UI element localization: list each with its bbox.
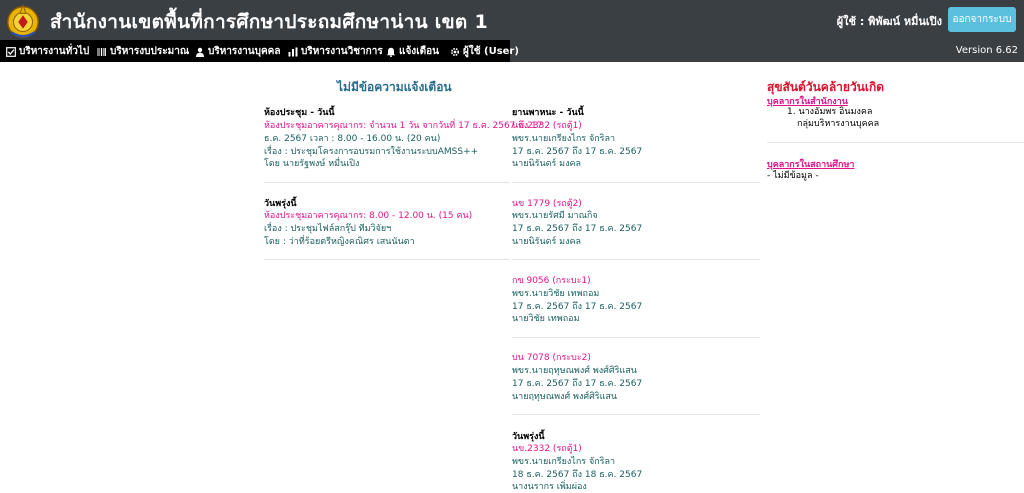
- meeting-tomorrow-room: ห้องประชุมอาคารคุณากร: 8.00 - 12.00 น. (…: [264, 211, 473, 221]
- nav-personnel-admin[interactable]: บริหารงานบุคคล: [195, 44, 281, 59]
- vehicle-booker: นางนรากร เพิ่มผ่อง: [512, 482, 587, 492]
- alert-message: ไม่มีข้อความแจ้งเตือน: [337, 80, 452, 94]
- meeting-tomorrow-subject: เรื่อง : ประชุมไฟล์สกรุ๊ป ทีมวิจัยฯ: [264, 224, 392, 234]
- birthday-school-none: - ไม่มีข้อมูล -: [767, 171, 819, 181]
- nav-general-admin[interactable]: บริหารงานทั่วไป: [6, 44, 89, 59]
- meeting-today-subject: เรื่อง : ประชุมโครงการอบรมการใช้งานระบบA…: [264, 147, 479, 157]
- nav-user-menu-label: ผู้ใช้ (User): [463, 46, 519, 57]
- vehicle-plate: บน 7078 (กระบะ2): [512, 353, 591, 363]
- vehicle-dates: 18 ธ.ค. 2567 ถึง 18 ธ.ค. 2567: [512, 470, 643, 480]
- gear-icon: [450, 47, 460, 56]
- vehicle-dates: 17 ธ.ค. 2567 ถึง 17 ธ.ค. 2567: [512, 379, 643, 389]
- vehicle-divider: [512, 337, 760, 338]
- vehicle-plate: นข.2332 (รถตู้1): [512, 121, 582, 131]
- check-square-icon: [6, 46, 16, 57]
- vehicle-booker: นายวิชัย เทพถอม: [512, 314, 580, 324]
- vehicle-driver: พขร.นายเกรียงไกร จักริลา: [512, 134, 616, 144]
- nav-notifications-label: แจ้งเตือน: [399, 46, 439, 57]
- nav-academic-admin[interactable]: บริหารงานวิชาการ: [288, 44, 383, 59]
- nav-general-admin-label: บริหารงานทั่วไป: [19, 46, 90, 57]
- current-user-label: ผู้ใช้ : พิพัฒน์ หมื่นเปิง: [836, 15, 942, 28]
- vehicle-today-heading: ยานพาหนะ - วันนี้: [512, 108, 584, 118]
- nav-academic-admin-label: บริหารงานวิชาการ: [301, 46, 383, 57]
- logout-button[interactable]: ออกจากระบบ: [948, 7, 1016, 32]
- meeting-today-booker: โดย นายรัฐพงษ์ หมื่นเปิง: [264, 159, 360, 169]
- birthday-office-person: 1. นางอัมพร อินมงคล: [787, 107, 873, 117]
- vehicle-booker: นายฤทุษณพงศ์ พงศ์ศิริแสน: [512, 392, 618, 402]
- vehicle-driver: พขร.นายรัศมี มาณกิจ: [512, 211, 598, 221]
- vehicle-tomorrow-heading: วันพรุ่งนี้: [512, 432, 545, 442]
- vehicle-divider: [512, 259, 760, 260]
- meeting-today-time: ธ.ค. 2567 เวลา : 8.00 - 16.00 น. (20 คน): [264, 134, 441, 144]
- meeting-tomorrow-booker: โดย : ว่าที่ร้อยตรีหญิงคณิศร เสนนันตา: [264, 237, 415, 247]
- nav-right-area: Version 6.62: [510, 40, 1024, 62]
- bar-chart-icon: [288, 47, 298, 56]
- header-bar: สำนักงานเขตพื้นที่การศึกษาประถมศึกษาน่าน…: [0, 0, 1024, 40]
- meeting-divider: [264, 259, 510, 260]
- bell-icon: [386, 47, 396, 57]
- vehicle-plate: กข 9056 (กระบะ1): [512, 276, 591, 286]
- vehicle-dates: 17 ธ.ค. 2567 ถึง 17 ธ.ค. 2567: [512, 147, 643, 157]
- birthday-school-heading: บุคลากรในสถานศึกษา: [767, 160, 855, 170]
- birthday-divider: [767, 142, 1024, 143]
- meeting-today-room: ห้องประชุมอาคารคุณากร: จำนวน 1 วัน จากวั…: [264, 121, 543, 131]
- nav-user-menu[interactable]: ผู้ใช้ (User): [450, 44, 519, 59]
- meeting-today-heading: ห้องประชุม - วันนี้: [264, 108, 335, 118]
- nav-notifications[interactable]: แจ้งเตือน: [386, 44, 439, 59]
- nav-budget-admin-label: บริหารงบประมาณ: [110, 46, 190, 57]
- birthday-office-group: กลุ่มบริหารงานบุคคล: [797, 119, 880, 129]
- office-emblem-logo: [7, 3, 39, 38]
- main-nav: Version 6.62 บริหารงานทั่วไป บริหารงบประ…: [0, 40, 1024, 62]
- vehicle-plate: นข 1779 (รถตู้2): [512, 199, 582, 209]
- vehicle-booker: นายนิรันดร์ มงคล: [512, 237, 582, 247]
- version-label: Version 6.62: [955, 45, 1018, 56]
- site-title: สำนักงานเขตพื้นที่การศึกษาประถมศึกษาน่าน…: [50, 11, 488, 33]
- vehicle-dates: 17 ธ.ค. 2567 ถึง 17 ธ.ค. 2567: [512, 224, 643, 234]
- meeting-tomorrow-heading: วันพรุ่งนี้: [264, 199, 297, 209]
- vehicle-booker: นายนิรันดร์ มงคล: [512, 159, 582, 169]
- meeting-divider: [264, 182, 510, 183]
- vehicle-dates: 17 ธ.ค. 2567 ถึง 17 ธ.ค. 2567: [512, 302, 643, 312]
- vehicle-divider: [512, 182, 760, 183]
- vehicle-driver: พขร.นายฤทุษณพงศ์ พงศ์ศิริแสน: [512, 366, 637, 376]
- nav-personnel-admin-label: บริหารงานบุคคล: [208, 46, 281, 57]
- vehicle-plate: นข.2332 (รถตู้1): [512, 444, 582, 454]
- vehicle-driver: พขร.นายวิชัย เทพถอม: [512, 289, 600, 299]
- user-icon: [196, 47, 204, 57]
- nav-budget-admin[interactable]: บริหารงบประมาณ: [97, 44, 189, 59]
- barcode-icon: [97, 47, 106, 56]
- vehicle-divider: [512, 414, 760, 415]
- vehicle-driver: พขร.นายเกรียงไกร จักริลา: [512, 457, 616, 467]
